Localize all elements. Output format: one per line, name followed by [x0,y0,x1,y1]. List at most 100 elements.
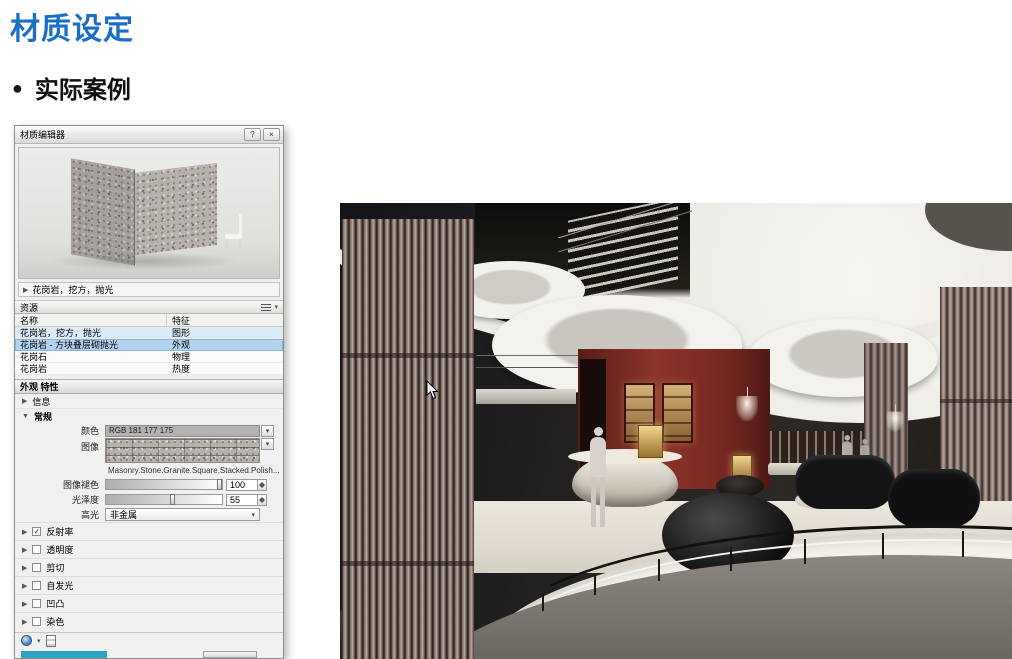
material-name: 花岗岩，挖方，抛光 [32,283,113,296]
bullet-line: ● 实际案例 [12,70,131,105]
general-section-row[interactable]: ▼ 常规 [15,409,283,423]
preview-floor-shadow [49,252,239,270]
slide: 材质设定 ● 实际案例 材质编辑器 ? × ▶ 花岗岩，挖方，抛光 [0,0,1012,659]
section-tint[interactable]: ▶ 染色 [15,612,283,630]
help-button[interactable]: ? [244,128,261,141]
section-cutouts[interactable]: ▶ 剪切 [15,558,283,576]
highlight-label: 高光 [15,508,105,521]
collapsed-arrow-icon[interactable]: ▶ [22,397,27,405]
image-fade-spinner[interactable] [258,479,267,491]
tint-checkbox[interactable] [32,617,41,626]
bullet-icon: ● [12,79,23,97]
asset-list-menu-button[interactable]: ▾ [261,303,278,311]
col-trait: 特征 [167,314,283,326]
section-self-illumination[interactable]: ▶ 自发光 [15,576,283,594]
color-label: 颜色 [15,424,105,437]
assets-table-header: 名称 特征 [15,314,283,327]
color-swatch[interactable]: RGB 181 177 175 [105,425,260,437]
render-image [340,203,1012,659]
asset-row-appearance[interactable]: 花岗岩 - 方块叠层砌抛光 外观 [15,339,283,351]
preview-wall-right-face [135,163,217,255]
image-texture-thumbnail[interactable] [105,438,260,463]
expanded-arrow-icon[interactable]: ▼ [22,413,29,420]
highlight-value: 非金属 [110,508,137,521]
list-icon [261,304,271,311]
info-label: 信息 [32,395,50,408]
color-property-row: 颜色 RGB 181 177 175 ▾ [15,423,283,438]
assets-header: 资源 ▾ [15,300,283,314]
preview-wall-left-face [71,158,135,265]
asset-row-graphics[interactable]: 花岗岩，挖方，抛光 图形 [15,327,283,339]
glossiness-label: 光泽度 [15,493,105,506]
render-chandelier [885,404,906,431]
dialog-cutoff-strip [15,651,283,658]
info-section-row[interactable]: ▶ 信息 [15,394,283,409]
render-railing-post [594,575,596,595]
slider-thumb[interactable] [217,479,222,490]
glossiness-spinner[interactable] [258,494,267,506]
expand-icon[interactable]: ▶ [23,286,28,294]
render-mode-icon[interactable] [21,635,32,646]
transparency-checkbox[interactable] [32,545,41,554]
render-column-left [342,219,474,659]
cutouts-checkbox[interactable] [32,563,41,572]
glossiness-value[interactable]: 55 [226,494,258,506]
image-label: 图像 [15,438,105,453]
render-sofa [795,455,895,509]
image-filename: Masonry.Stone.Granite.Square.Stacked.Pol… [108,466,283,477]
chevron-down-icon: ▾ [251,511,255,519]
dialog-title: 材质编辑器 [20,128,242,141]
render-railing-post [962,531,964,557]
general-label: 常规 [34,410,52,423]
image-property-row: 图像 ▾ [15,438,283,466]
slider-thumb[interactable] [170,494,175,505]
section-transparency[interactable]: ▶ 透明度 [15,540,283,558]
image-fade-slider[interactable] [105,479,223,490]
reflectivity-checkbox[interactable]: ✓ [32,527,41,536]
col-name: 名称 [15,314,167,326]
section-reflectivity[interactable]: ▶ ✓ 反射率 [15,522,283,540]
render-bar-counter-top [568,449,682,464]
render-sofa [888,469,980,527]
glossiness-row: 光泽度 55 [15,492,283,507]
asset-row-physical[interactable]: 花岗石 物理 [15,351,283,363]
render-ceiling-disc [748,319,938,397]
appearance-section-header: 外观 特性 [15,379,283,394]
color-menu-button[interactable]: ▾ [261,425,274,437]
close-button[interactable]: × [263,128,280,141]
page-title: 材质设定 [10,4,134,48]
render-display-case [638,425,663,458]
render-display-cabinet [662,383,693,443]
render-railing-post [730,547,732,571]
render-railing-post [658,559,660,581]
render-chandelier [734,387,760,421]
render-railing-post [542,593,544,611]
render-mezzanine-rail [476,355,580,356]
document-icon[interactable] [46,635,56,647]
dialog-titlebar[interactable]: 材质编辑器 ? × [15,126,283,144]
self-illumination-checkbox[interactable] [32,581,41,590]
asset-row-thermal[interactable]: 花岗岩 热度 [15,363,283,375]
assets-header-label: 资源 [20,301,38,314]
chevron-down-icon: ▾ [274,303,278,311]
render-display-ledge [476,389,576,404]
image-menu-button[interactable]: ▾ [261,438,274,450]
bullet-label: 实际案例 [35,70,131,105]
render-person-silhouette [590,427,606,527]
partial-highlighted-item[interactable] [21,651,107,658]
partial-button[interactable] [203,651,257,658]
material-preview [18,147,280,279]
image-fade-value[interactable]: 100 [226,479,258,491]
image-fade-row: 图像褪色 100 [15,477,283,492]
render-railing-post [882,533,884,559]
material-name-row[interactable]: ▶ 花岗岩，挖方，抛光 [18,282,280,297]
section-bump[interactable]: ▶ 凹凸 [15,594,283,612]
highlight-dropdown[interactable]: 非金属 ▾ [105,508,260,521]
render-railing-post [804,539,806,564]
dialog-bottom-toolbar: ▾ [15,632,283,648]
glossiness-slider[interactable] [105,494,223,505]
chevron-down-icon[interactable]: ▾ [37,637,41,645]
mouse-cursor [426,380,440,405]
render-mezzanine-rail [476,367,580,368]
bump-checkbox[interactable] [32,599,41,608]
